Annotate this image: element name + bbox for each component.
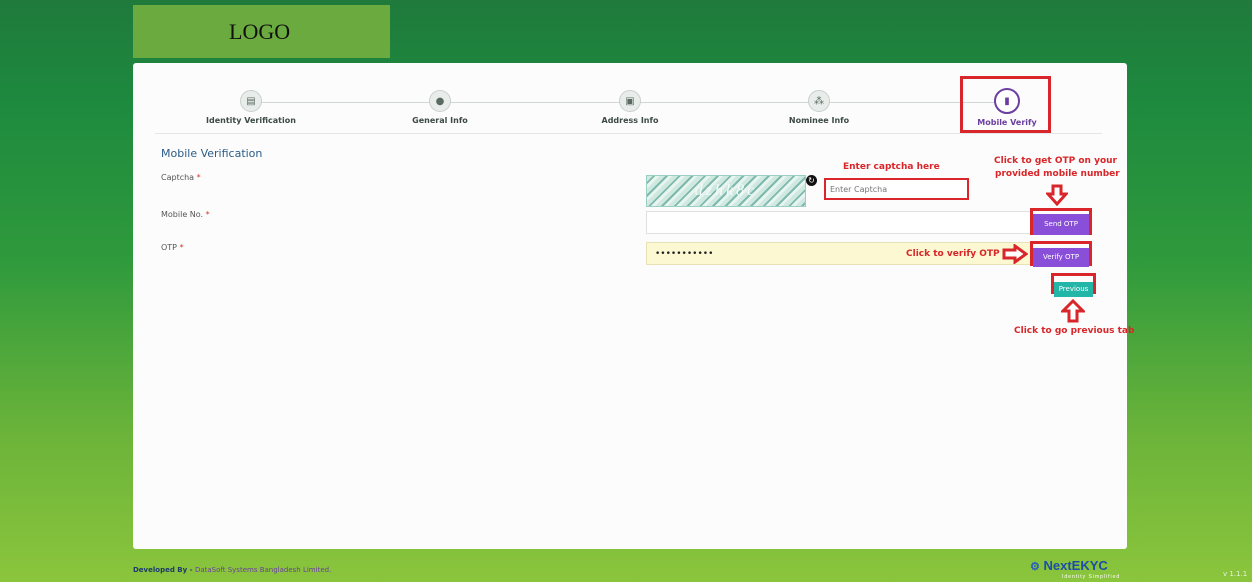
brand-logo: ⚙ NextEKYC Identity Simplified [1030,558,1119,580]
step-address-info[interactable]: ▣ Address Info [565,90,695,125]
users-icon: ⁂ [808,90,830,112]
main-card: ▤ Identity Verification ● General Info ▣… [133,63,1134,549]
footer-developed-by: Developed By - [133,566,195,574]
annotation-previous: Click to go previous tab [1014,326,1135,336]
footer-company-link[interactable]: DataSoft Systems Bangladesh Limited. [195,566,331,574]
brand-tagline: Identity Simplified [1062,574,1121,580]
arrow-down-icon [1046,184,1068,206]
captcha-label: Captcha * [161,173,201,182]
step-label: Identity Verification [206,116,296,125]
footer-credit: Developed By - DataSoft Systems Banglade… [133,566,331,574]
arrow-right-icon [1002,244,1028,264]
step-identity-verification[interactable]: ▤ Identity Verification [186,90,316,125]
id-card-icon: ▤ [240,90,262,112]
highlight-box-previous: Previous [1051,273,1096,297]
step-nominee-info[interactable]: ⁂ Nominee Info [754,90,884,125]
annotation-verify-otp: Click to verify OTP [906,249,1000,259]
otp-label: OTP * [161,243,184,252]
mobile-number-input[interactable] [646,211,1031,234]
mobile-label: Mobile No. * [161,210,210,219]
logo-text: LOGO [229,18,291,44]
annotation-captcha: Enter captcha here [843,162,940,172]
arrow-up-icon [1061,299,1085,323]
highlight-box-mobile-verify [960,76,1051,133]
brand-emblem-icon: ⚙ [1030,561,1040,573]
divider [155,133,1102,134]
previous-button[interactable]: Previous [1054,281,1093,297]
step-label: Address Info [601,116,659,125]
send-otp-button[interactable]: Send OTP [1033,213,1089,235]
address-card-icon: ▣ [619,90,641,112]
refresh-captcha-icon[interactable]: ↻ [806,175,817,186]
highlight-box-send-otp: Send OTP [1030,208,1092,235]
logo: LOGO [133,5,390,58]
captcha-image: dzhk8c [646,175,806,207]
highlight-box-verify-otp: Verify OTP [1030,241,1092,267]
version-label: v 1.1.1 [1223,570,1248,578]
section-title: Mobile Verification [161,147,263,160]
annotation-send-otp-line1: Click to get OTP on your [994,156,1117,166]
step-general-info[interactable]: ● General Info [375,90,505,125]
step-label: Nominee Info [788,116,850,125]
annotation-send-otp-line2: provided mobile number [995,169,1120,179]
verify-otp-button[interactable]: Verify OTP [1033,247,1089,267]
brand-name: NextEKYC [1043,558,1108,573]
user-icon: ● [429,90,451,112]
step-label: General Info [412,116,468,125]
captcha-input[interactable] [824,178,969,200]
